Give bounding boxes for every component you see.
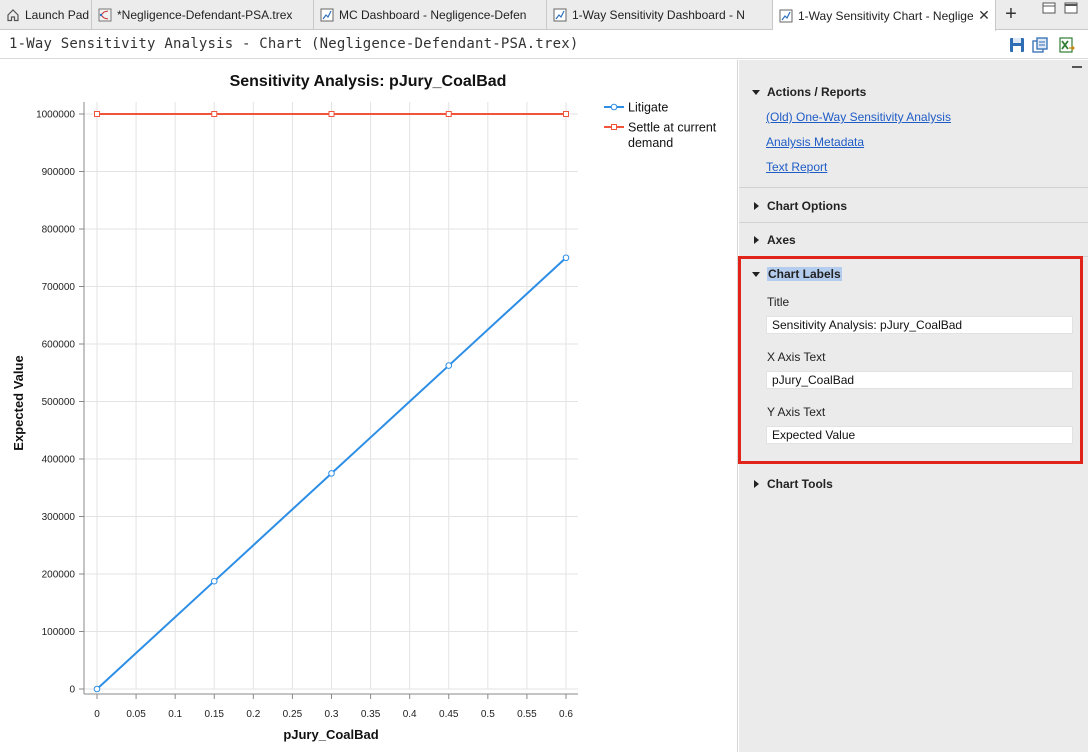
x-axis-text-input[interactable] [766, 371, 1073, 389]
chart-title: Sensitivity Analysis: pJury_CoalBad [230, 73, 507, 90]
x-tick-label: 0 [94, 709, 100, 720]
section-axes[interactable]: Axes [739, 228, 1088, 252]
tab-mc-dashboard[interactable]: MC Dashboard - Negligence-Defen [314, 0, 547, 30]
save-icon[interactable] [1008, 36, 1026, 54]
y-tick-label: 800000 [42, 225, 76, 236]
x-tick-label: 0.45 [439, 709, 459, 720]
data-point-square [328, 111, 335, 117]
chart-doc-icon [320, 8, 334, 22]
link-analysis-metadata[interactable]: Analysis Metadata [766, 135, 864, 149]
export-excel-icon[interactable] [1057, 36, 1075, 54]
chart-title-input[interactable] [766, 316, 1073, 334]
link-text-report[interactable]: Text Report [766, 160, 827, 174]
tab-label: Launch Pad [25, 8, 90, 22]
tab-label: 1-Way Sensitivity Dashboard - N [572, 8, 745, 22]
add-tab-button[interactable]: + [1000, 4, 1022, 26]
divider [739, 222, 1088, 223]
editor-header: 1-Way Sensitivity Analysis - Chart (Negl… [0, 31, 1088, 59]
y-tick-label: 400000 [42, 455, 76, 466]
page-title: 1-Way Sensitivity Analysis - Chart (Negl… [9, 36, 579, 52]
home-icon [7, 9, 19, 22]
panel-minimize-button[interactable] [1072, 66, 1082, 68]
y-tick-label: 0 [69, 685, 75, 696]
y-axis-text-label: Y Axis Text [767, 405, 826, 419]
tree-model-icon [98, 8, 112, 22]
section-chart-options[interactable]: Chart Options [739, 194, 1088, 218]
divider [739, 187, 1088, 188]
tab-bar: Launch Pad *Negligence-Defendant-PSA.tre… [0, 0, 1088, 31]
title-field-label: Title [767, 295, 790, 309]
section-title: Chart Tools [767, 477, 833, 491]
tab-label: MC Dashboard - Negligence-Defen [339, 8, 527, 22]
line-chart: 0 0.05 0.1 0.15 0.2 0.25 0.3 0.35 0.4 0.45 0.5 0.55… [11, 73, 717, 742]
tab-sensitivity-dashboard[interactable]: 1-Way Sensitivity Dashboard - N [547, 0, 773, 30]
y-tick-label: 200000 [42, 570, 76, 581]
legend-label-cont: demand [628, 136, 673, 150]
chart-area: 0 0.05 0.1 0.15 0.2 0.25 0.3 0.35 0.4 0.45 0.5 0.55… [0, 60, 738, 752]
data-point-circle [328, 470, 335, 477]
x-axis-text-label: X Axis Text [767, 350, 826, 364]
section-actions-reports[interactable]: Actions / Reports [739, 80, 1088, 104]
copy-icon[interactable] [1031, 36, 1049, 54]
x-tick-label: 0.15 [205, 709, 225, 720]
y-tick-label: 900000 [42, 167, 76, 178]
chevron-right-icon [754, 236, 759, 244]
section-chart-tools[interactable]: Chart Tools [739, 472, 1088, 496]
legend-label: Litigate [628, 101, 668, 115]
section-chart-labels[interactable]: Chart Labels [739, 262, 1088, 286]
chevron-right-icon [754, 202, 759, 210]
data-point-square [445, 111, 452, 117]
tab-label: *Negligence-Defendant-PSA.trex [117, 8, 293, 22]
y-tick-label: 300000 [42, 512, 76, 523]
x-tick-label: 0.55 [517, 709, 537, 720]
tab-tree-model[interactable]: *Negligence-Defendant-PSA.trex [92, 0, 314, 30]
x-tick-label: 0.25 [283, 709, 303, 720]
x-tick-label: 0.3 [325, 709, 339, 720]
data-point-square [94, 111, 100, 117]
y-tick-label: 100000 [42, 627, 76, 638]
section-title: Axes [767, 233, 796, 247]
legend-label: Settle at current [628, 121, 717, 135]
legend-marker-circle [610, 103, 618, 111]
x-tick-label: 0.35 [361, 709, 381, 720]
y-axis-label: Expected Value [11, 355, 26, 450]
chevron-right-icon [754, 480, 759, 488]
x-tick-label: 0.2 [246, 709, 260, 720]
chevron-down-icon [752, 90, 760, 95]
y-axis-text-input[interactable] [766, 426, 1073, 444]
data-point-circle [210, 577, 218, 585]
data-point-square [563, 111, 569, 117]
divider [739, 256, 1088, 257]
y-tick-label: 500000 [42, 397, 76, 408]
x-tick-label: 0.4 [403, 709, 417, 720]
maximize-icon[interactable] [1064, 2, 1078, 14]
data-point-circle [93, 685, 101, 693]
x-tick-label: 0.05 [126, 709, 146, 720]
chart-settings-panel: Actions / Reports (Old) One-Way Sensitiv… [739, 60, 1088, 752]
section-title: Chart Labels [767, 267, 842, 281]
data-point-circle [562, 254, 570, 262]
x-tick-label: 0.6 [559, 709, 573, 720]
tab-label: 1-Way Sensitivity Chart - Neglige [798, 8, 973, 23]
legend-marker-square [611, 124, 617, 130]
chevron-down-icon [752, 272, 760, 277]
chart-doc-icon [779, 9, 793, 22]
y-tick-label: 700000 [42, 282, 76, 293]
data-point-circle [445, 362, 453, 369]
section-title: Actions / Reports [767, 85, 867, 99]
data-point-square [211, 111, 218, 117]
x-tick-label: 0.1 [168, 709, 182, 720]
y-tick-label: 1000000 [36, 110, 75, 121]
minimize-icon[interactable] [1042, 2, 1056, 14]
tab-sensitivity-chart[interactable]: 1-Way Sensitivity Chart - Neglige ✕ [773, 0, 996, 31]
x-tick-label: 0.5 [481, 709, 495, 720]
x-axis-label: pJury_CoalBad [283, 727, 378, 742]
section-title: Chart Options [767, 199, 847, 213]
chart-doc-icon [553, 8, 567, 22]
y-tick-label: 600000 [42, 340, 76, 351]
tab-launch-pad[interactable]: Launch Pad [0, 0, 92, 30]
link-old-one-way-sensitivity[interactable]: (Old) One-Way Sensitivity Analysis [766, 110, 951, 124]
close-icon[interactable]: ✕ [977, 8, 991, 22]
